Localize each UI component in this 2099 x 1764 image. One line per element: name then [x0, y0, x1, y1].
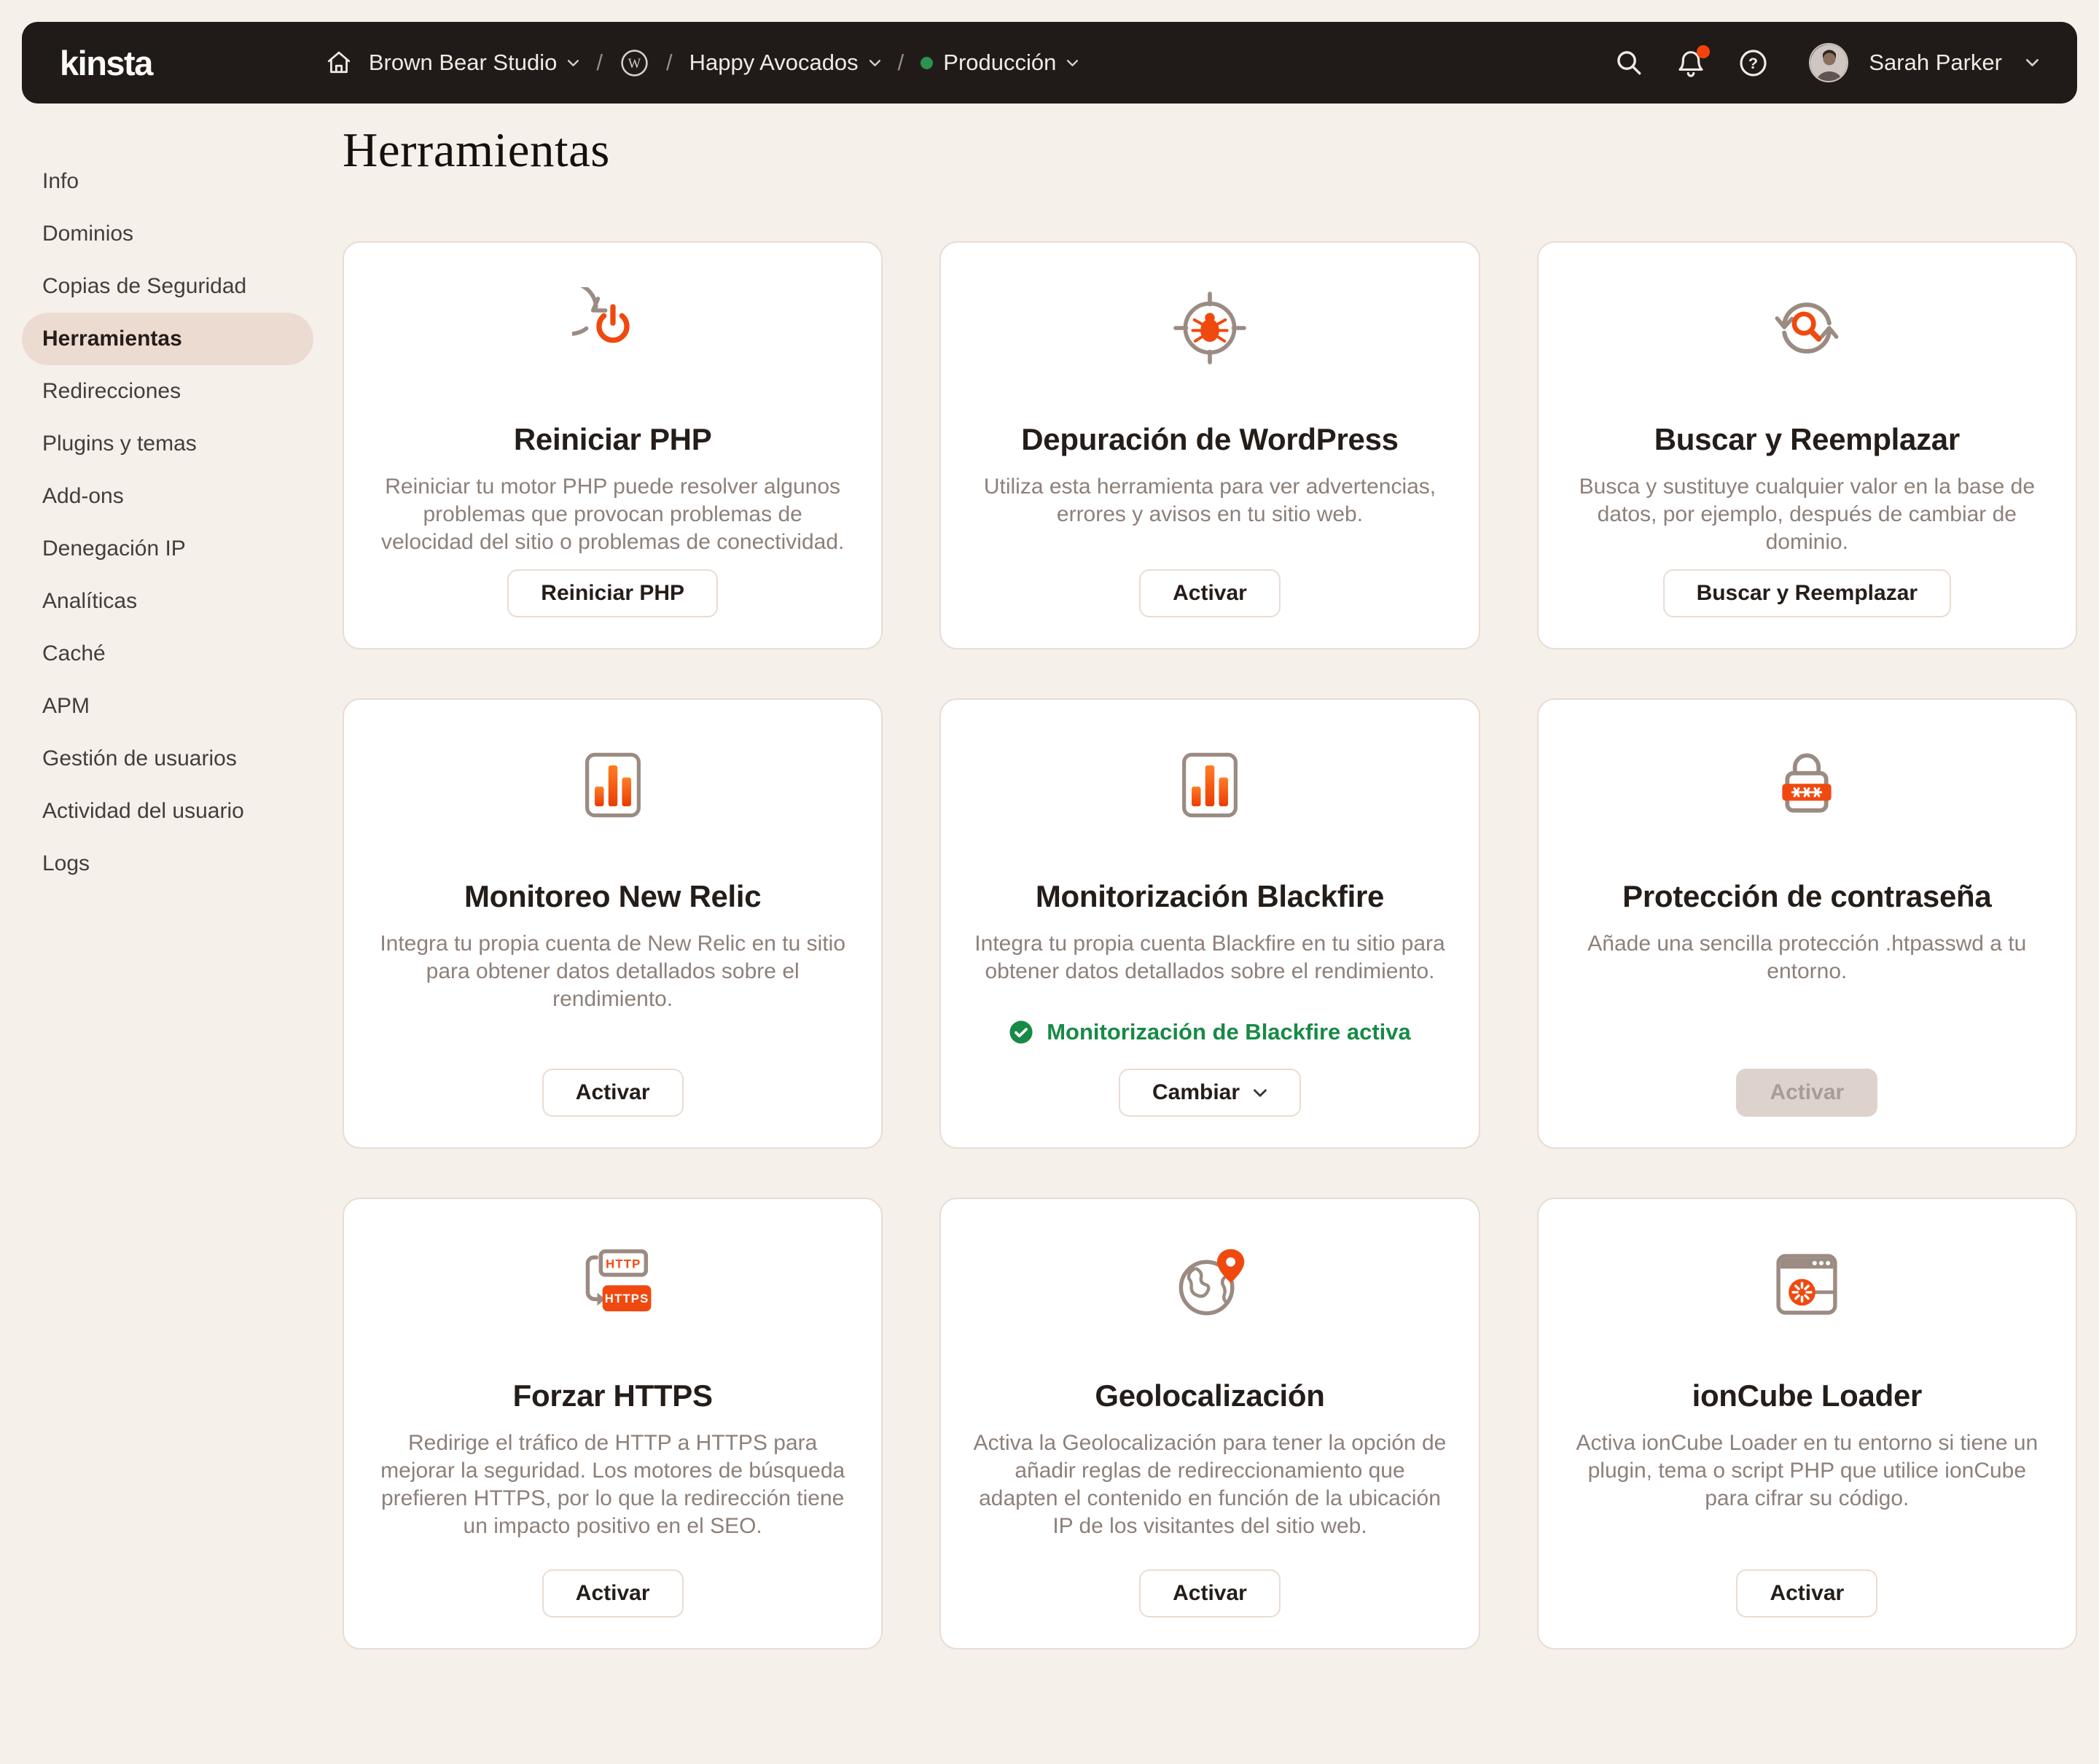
tool-card-buscar-y-reemplazar: Buscar y Reemplazar Busca y sustituye cu…	[1537, 241, 2077, 649]
check-circle-icon	[1009, 1020, 1033, 1045]
card-title: ionCube Loader	[1692, 1378, 1922, 1413]
tool-card-monitorizacion-blackfire: Monitorización Blackfire Integra tu prop…	[939, 698, 1480, 1149]
tool-card-forzar-https: HTTP HTTPS Forzar HTTPS Redirige el tráf…	[343, 1198, 883, 1650]
card-title: Monitoreo New Relic	[464, 879, 761, 914]
card-title: Forzar HTTPS	[513, 1378, 713, 1413]
tool-card-monitoreo-new-relic: Monitoreo New Relic Integra tu propia cu…	[343, 698, 883, 1149]
activar-button[interactable]: Activar	[1139, 1569, 1281, 1617]
card-description: Activa la Geolocalización para tener la …	[973, 1429, 1446, 1540]
home-icon[interactable]	[326, 50, 352, 75]
card-description: Reiniciar tu motor PHP puede resolver al…	[376, 473, 849, 556]
force-https-icon: HTTP HTTPS	[568, 1238, 658, 1330]
top-navbar: kinsta Brown Bear Studio / W / Happy Avo…	[22, 22, 2077, 104]
main-content: Herramientas Reiniciar PHP Reiniciar tu …	[343, 122, 2077, 1650]
chevron-down-icon	[567, 59, 579, 67]
svg-text:HTTPS: HTTPS	[604, 1292, 649, 1306]
sidebar-item-dominios[interactable]: Dominios	[22, 208, 313, 260]
tool-card-depuracion-de-wordpress: Depuración de WordPress Utiliza esta her…	[939, 241, 1480, 649]
sidebar-item-cache[interactable]: Caché	[22, 628, 313, 680]
sidebar-item-info[interactable]: Info	[22, 155, 313, 208]
svg-text:HTTP: HTTP	[606, 1257, 641, 1271]
sidebar-item-gestion-de-usuarios[interactable]: Gestión de usuarios	[22, 733, 313, 785]
chevron-down-icon	[869, 59, 881, 67]
bar-chart-icon	[1172, 739, 1248, 831]
sidebar-item-analiticas[interactable]: Analíticas	[22, 575, 313, 628]
reiniciar-php-button[interactable]: Reiniciar PHP	[507, 569, 718, 617]
breadcrumb-site[interactable]: Happy Avocados	[689, 50, 881, 76]
tool-card-ioncube-loader: ionCube Loader Activa ionCube Loader en …	[1537, 1198, 2077, 1650]
card-title: Depuración de WordPress	[1021, 422, 1398, 457]
breadcrumb-environment[interactable]: Producción	[920, 50, 1079, 76]
card-title: Geolocalización	[1095, 1378, 1324, 1413]
card-description: Integra tu propia cuenta de New Relic en…	[376, 930, 849, 1013]
search-replace-icon	[1767, 282, 1847, 374]
card-title: Protección de contraseña	[1622, 879, 1991, 914]
tool-card-geolocalizacion: Geolocalización Activa la Geolocalizació…	[939, 1198, 1480, 1650]
notification-badge-dot	[1697, 45, 1710, 58]
sidebar: InfoDominiosCopias de SeguridadHerramien…	[22, 155, 313, 890]
card-title: Reiniciar PHP	[514, 422, 712, 457]
sidebar-item-copias-de-seguridad[interactable]: Copias de Seguridad	[22, 260, 313, 313]
avatar[interactable]	[1809, 43, 1848, 82]
notifications-bell-icon[interactable]	[1677, 48, 1705, 77]
breadcrumb-separator: /	[666, 50, 673, 76]
password-lock-icon	[1764, 739, 1849, 831]
search-icon[interactable]	[1614, 48, 1643, 77]
restart-icon	[572, 282, 654, 374]
environment-status-dot	[920, 57, 933, 69]
breadcrumb: Brown Bear Studio / W / Happy Avocados /…	[326, 48, 1079, 78]
ioncube-loader-icon	[1767, 1238, 1846, 1330]
breadcrumb-company[interactable]: Brown Bear Studio	[369, 50, 579, 76]
card-description: Añade una sencilla protección .htpasswd …	[1571, 930, 2044, 986]
sidebar-item-plugins-y-temas[interactable]: Plugins y temas	[22, 418, 313, 470]
globe-pin-icon	[1168, 1238, 1252, 1330]
chevron-down-icon	[1253, 1088, 1267, 1098]
activar-button[interactable]: Activar	[1736, 1569, 1877, 1617]
card-description: Integra tu propia cuenta Blackfire en tu…	[973, 930, 1446, 986]
sidebar-item-redirecciones[interactable]: Redirecciones	[22, 365, 313, 418]
sidebar-item-logs[interactable]: Logs	[22, 838, 313, 890]
sidebar-item-apm[interactable]: APM	[22, 680, 313, 733]
card-description: Activa ionCube Loader en tu entorno si t…	[1571, 1429, 2044, 1513]
user-name[interactable]: Sarah Parker	[1869, 50, 2002, 76]
page-title: Herramientas	[343, 122, 2077, 179]
card-description: Busca y sustituye cualquier valor en la …	[1571, 473, 2044, 556]
sidebar-item-actividad-del-usuario[interactable]: Actividad del usuario	[22, 785, 313, 838]
user-menu-chevron-icon[interactable]	[2025, 58, 2039, 67]
breadcrumb-separator: /	[596, 50, 603, 76]
navbar-actions: ? Sarah Parker	[1614, 43, 2039, 82]
cambiar-button[interactable]: Cambiar	[1119, 1069, 1301, 1117]
svg-text:?: ?	[1748, 53, 1758, 71]
tools-grid: Reiniciar PHP Reiniciar tu motor PHP pue…	[343, 241, 2077, 1650]
sidebar-item-denegacion-ip[interactable]: Denegación IP	[22, 523, 313, 575]
help-icon[interactable]: ?	[1738, 48, 1768, 78]
wordpress-icon: W	[619, 48, 649, 78]
chevron-down-icon	[1066, 59, 1079, 67]
buscar-y-reemplazar-button[interactable]: Buscar y Reemplazar	[1663, 569, 1952, 617]
card-title: Monitorización Blackfire	[1036, 879, 1384, 914]
activar-button: Activar	[1736, 1069, 1877, 1117]
card-description: Redirige el tráfico de HTTP a HTTPS para…	[376, 1429, 849, 1540]
bar-chart-icon	[575, 739, 651, 831]
activar-button[interactable]: Activar	[542, 1069, 684, 1117]
card-title: Buscar y Reemplazar	[1654, 422, 1960, 457]
tool-card-proteccion-de-contrasena: Protección de contraseña Añade una senci…	[1537, 698, 2077, 1149]
tool-card-reiniciar-php: Reiniciar PHP Reiniciar tu motor PHP pue…	[343, 241, 883, 649]
breadcrumb-separator: /	[898, 50, 904, 76]
activar-button[interactable]: Activar	[1139, 569, 1281, 617]
bug-target-icon	[1169, 282, 1251, 374]
sidebar-item-add-ons[interactable]: Add-ons	[22, 470, 313, 523]
sidebar-item-herramientas[interactable]: Herramientas	[22, 313, 313, 365]
status-active: Monitorización de Blackfire activa	[1009, 1019, 1411, 1045]
kinsta-logo[interactable]: kinsta	[60, 43, 152, 83]
card-description: Utiliza esta herramienta para ver advert…	[973, 473, 1446, 528]
svg-text:W: W	[628, 56, 641, 71]
activar-button[interactable]: Activar	[542, 1569, 684, 1617]
